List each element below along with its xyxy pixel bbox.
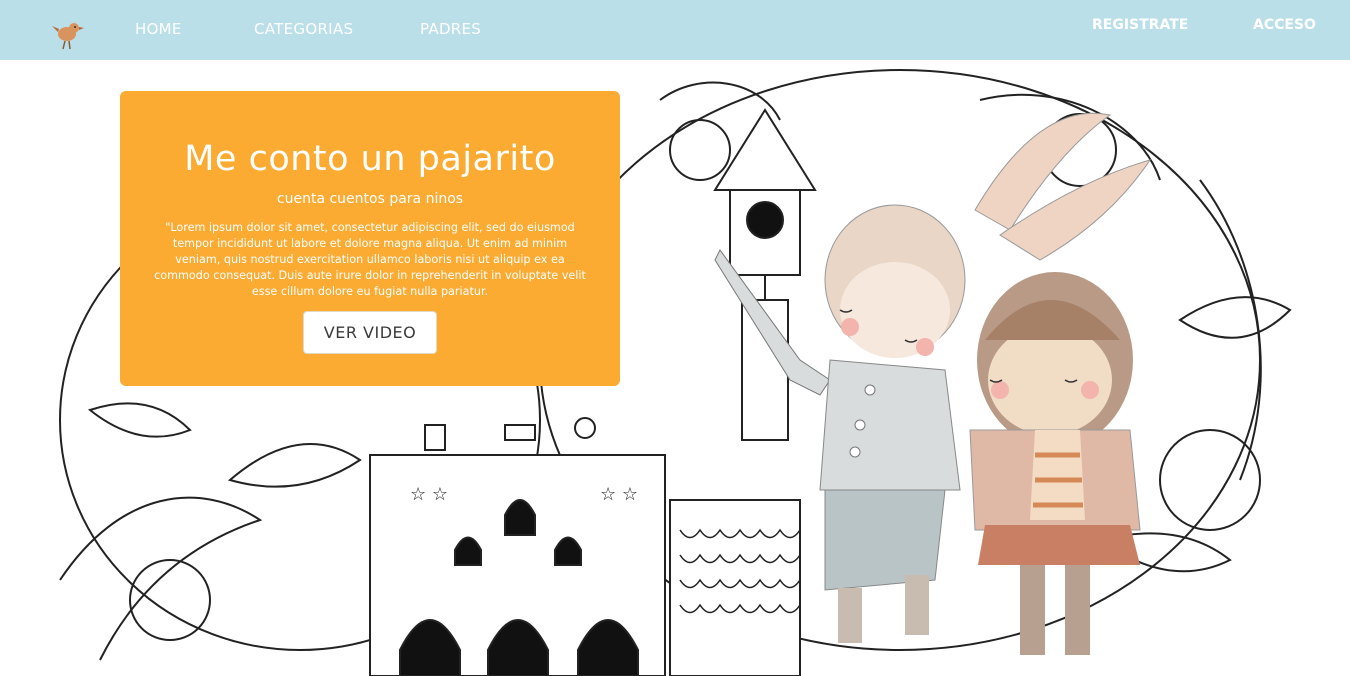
svg-text:☆ ☆: ☆ ☆ [600, 484, 638, 505]
hero-card: Me conto un pajarito cuenta cuentos para… [120, 91, 620, 386]
hero-body-text: "Lorem ipsum dolor sit amet, consectetur… [154, 221, 586, 298]
svg-text:☆ ☆: ☆ ☆ [410, 484, 448, 505]
hero-subtitle: cuenta cuentos para ninos [276, 191, 464, 207]
nav-registrate-link[interactable]: REGISTRATE [1092, 17, 1188, 33]
nav-padres-link[interactable]: PADRES [420, 20, 481, 38]
ver-video-button[interactable]: VER VIDEO [303, 311, 437, 354]
nav-home-link[interactable]: HOME [135, 20, 182, 38]
nav-acceso-link[interactable]: ACCESO [1253, 17, 1316, 33]
hero-title: Me conto un pajarito [184, 139, 556, 179]
bird-logo-icon[interactable] [50, 14, 86, 52]
nav-categorias-link[interactable]: CATEGORIAS [254, 20, 353, 38]
top-navbar: HOME CATEGORIAS PADRES REGISTRATE ACCESO [0, 0, 1350, 60]
